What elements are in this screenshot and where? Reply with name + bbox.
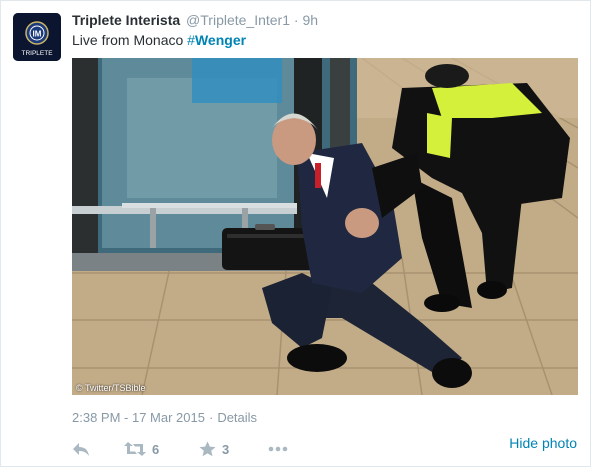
photo-image — [72, 58, 578, 395]
separator-dot: · — [293, 12, 299, 28]
favorite-count: 3 — [222, 441, 230, 457]
more-dots-icon — [268, 446, 288, 452]
hide-photo-link[interactable]: Hide photo — [509, 435, 577, 451]
retweet-count: 6 — [152, 441, 160, 457]
details-link[interactable]: Details — [217, 410, 257, 425]
hashtag-symbol: # — [187, 32, 195, 48]
meta-separator: · — [208, 410, 214, 425]
tweet-text-body: Live from Monaco — [72, 32, 188, 48]
screen-name[interactable]: @Triplete_Inter1 — [186, 12, 290, 28]
hashtag-link[interactable]: #Wenger — [187, 32, 246, 48]
retweet-button[interactable]: 6 — [124, 438, 159, 460]
favorite-button[interactable]: 3 — [199, 438, 229, 460]
photo-credit: © Twitter/TSBible — [76, 383, 146, 393]
tweet-actions: 6 3 — [72, 438, 582, 460]
tweet-meta: 2:38 PM - 17 Mar 2015 · Details — [72, 410, 257, 425]
more-button[interactable] — [268, 438, 288, 460]
tweet-timestamp[interactable]: 2:38 PM - 17 Mar 2015 — [72, 410, 205, 425]
retweet-icon — [124, 442, 146, 456]
avatar[interactable]: IM TRIPLETE — [13, 13, 61, 61]
tweet-header: Triplete Interista @Triplete_Inter1 · 9h — [72, 12, 318, 28]
avatar-logo-icon: IM TRIPLETE — [13, 13, 61, 61]
tweet-time[interactable]: 9h — [302, 12, 318, 28]
tweet-photo[interactable]: © Twitter/TSBible — [72, 58, 578, 395]
avatar-label: TRIPLETE — [21, 50, 53, 57]
svg-text:IM: IM — [33, 30, 42, 39]
star-icon — [199, 441, 216, 457]
tweet-text: Live from Monaco #Wenger — [72, 32, 246, 48]
tweet-card: IM TRIPLETE Triplete Interista @Triplete… — [0, 0, 591, 467]
reply-button[interactable] — [72, 438, 90, 460]
display-name[interactable]: Triplete Interista — [72, 12, 180, 28]
hashtag-text: Wenger — [194, 32, 247, 48]
reply-icon — [73, 443, 89, 456]
